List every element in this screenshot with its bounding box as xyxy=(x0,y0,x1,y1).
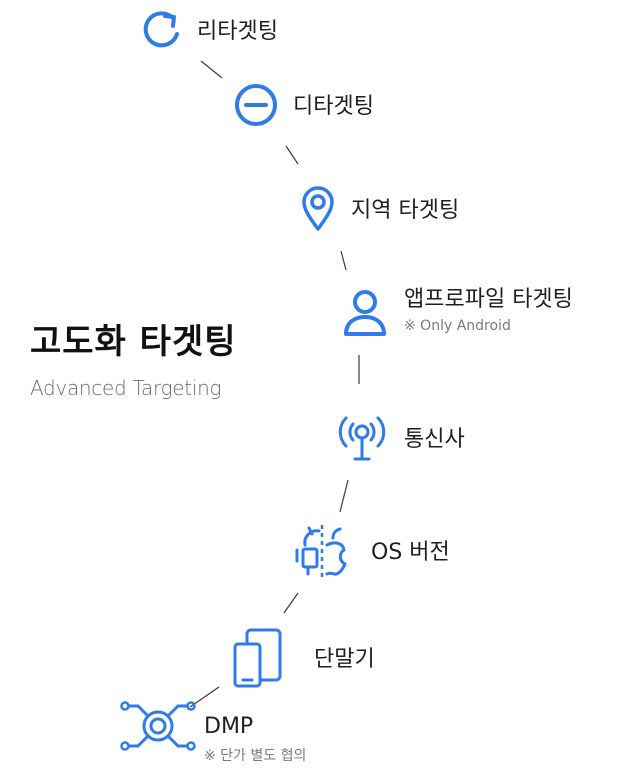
item-label: 통신사 xyxy=(404,427,465,453)
connector-line xyxy=(200,60,223,79)
targeting-diagram: 고도화 타겟팅 Advanced Targeting 리타겟팅 디타겟팅 지역 … xyxy=(0,0,641,779)
page-subtitle: Advanced Targeting xyxy=(30,376,222,401)
item-retargeting: 리타겟팅 xyxy=(133,8,278,56)
item-label: DMP xyxy=(204,714,254,739)
devices-icon xyxy=(232,627,284,693)
dmp-network-icon xyxy=(120,700,196,756)
item-region-targeting: 지역 타겟팅 xyxy=(301,185,459,237)
item-app-profile-targeting: 앱프로파일 타겟팅 ※ Only Android xyxy=(342,287,573,343)
minus-circle-icon xyxy=(233,82,279,132)
refresh-icon xyxy=(133,8,189,56)
item-label: 디타겟팅 xyxy=(293,94,374,120)
connector-line xyxy=(340,250,347,271)
item-device: 단말기 xyxy=(232,627,375,693)
item-label: 앱프로파일 타겟팅 xyxy=(404,287,573,312)
connector-line xyxy=(339,479,349,513)
item-detargeting: 디타겟팅 xyxy=(233,82,374,132)
item-label: OS 버전 xyxy=(371,540,450,566)
connector-line xyxy=(285,145,299,165)
antenna-icon xyxy=(334,413,390,467)
item-note: ※ 단가 별도 협의 xyxy=(204,748,307,765)
item-label: 리타겟팅 xyxy=(197,19,278,45)
heading-block: 고도화 타겟팅 Advanced Targeting xyxy=(30,322,330,401)
user-icon xyxy=(342,289,388,343)
item-note: ※ Only Android xyxy=(404,318,511,335)
item-label: 단말기 xyxy=(314,647,375,673)
item-carrier: 통신사 xyxy=(334,413,465,467)
item-os-version: OS 버전 xyxy=(291,523,450,583)
android-apple-icon xyxy=(291,523,351,583)
map-pin-icon xyxy=(301,185,335,237)
connector-line xyxy=(283,592,299,614)
item-label: 지역 타겟팅 xyxy=(351,198,460,224)
item-dmp: DMP ※ 단가 별도 협의 xyxy=(120,700,306,765)
page-title: 고도화 타겟팅 xyxy=(30,322,237,362)
